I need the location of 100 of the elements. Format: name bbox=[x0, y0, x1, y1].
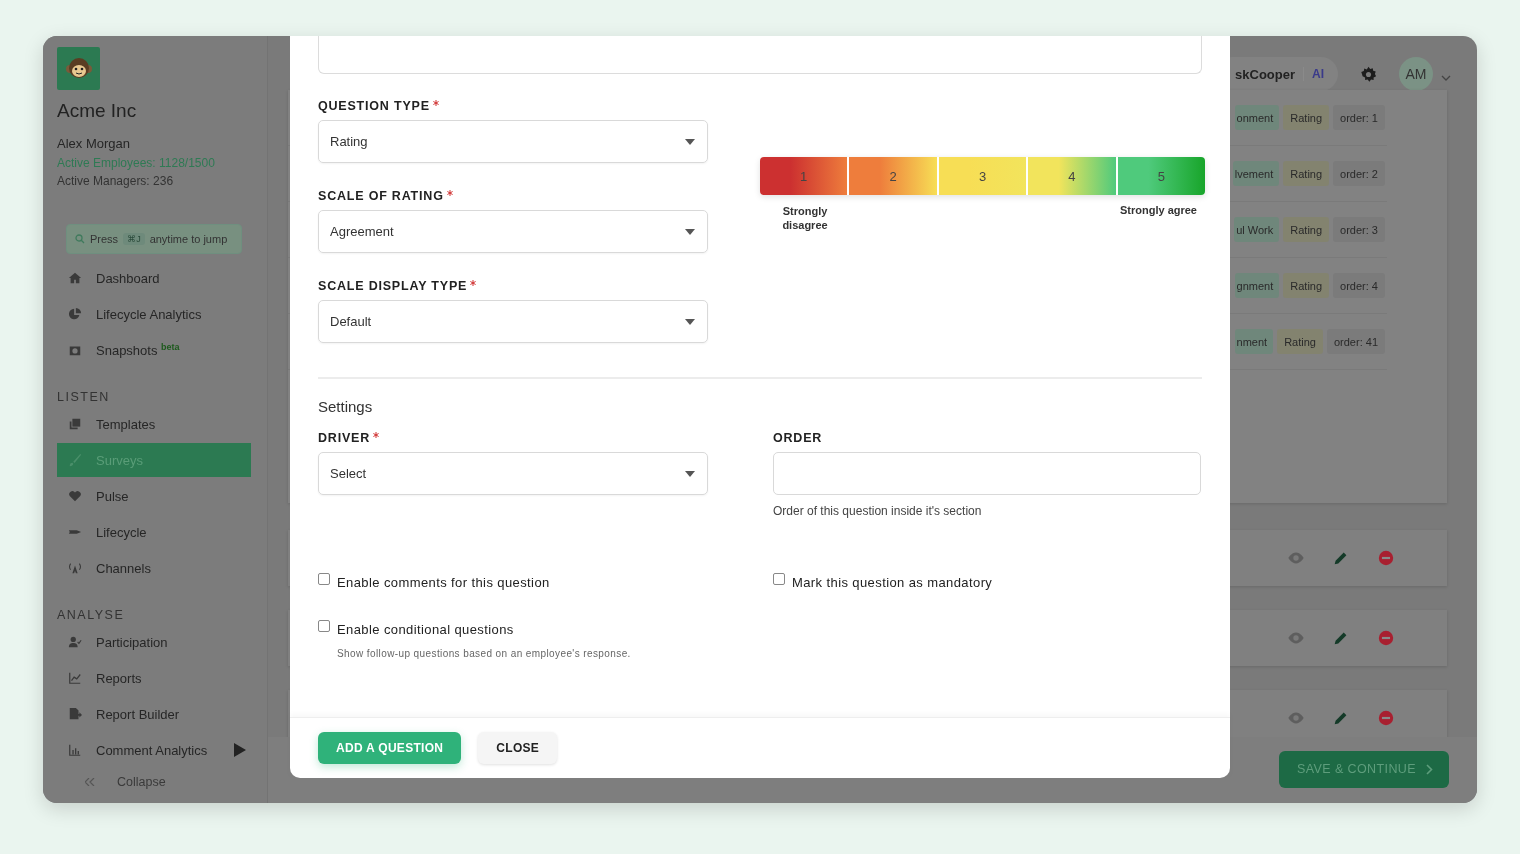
bar-chart-icon bbox=[68, 743, 82, 757]
save-continue-button[interactable]: SAVE & CONTINUE bbox=[1279, 750, 1449, 788]
required-asterisk-icon bbox=[373, 432, 380, 438]
chevron-down-icon[interactable] bbox=[1441, 73, 1451, 83]
field-label: DRIVER bbox=[318, 431, 371, 445]
nav-label: Report Builder bbox=[96, 706, 180, 722]
file-export-icon bbox=[68, 707, 82, 721]
nav-label: Participation bbox=[96, 634, 168, 650]
nav-item[interactable]: Templates bbox=[57, 407, 251, 441]
chevron-right-icon bbox=[1426, 763, 1433, 775]
field-label: ORDER bbox=[773, 431, 823, 445]
driver-tag: lvement bbox=[1232, 161, 1280, 186]
field-label: QUESTION TYPE bbox=[318, 99, 430, 113]
caret-icon bbox=[685, 470, 695, 477]
nav-label: Reports bbox=[96, 670, 142, 686]
active-managers-text: Active Managers: 236 bbox=[57, 174, 175, 188]
settings-icon[interactable] bbox=[1360, 65, 1377, 83]
caret-icon bbox=[685, 138, 695, 145]
nav-label: Snapshots $^{beta}$ bbox=[96, 341, 180, 359]
type-tag: Rating bbox=[1283, 217, 1330, 242]
dropdown-field[interactable]: Rating bbox=[318, 120, 708, 163]
type-tag: Rating bbox=[1283, 273, 1330, 298]
nav-item[interactable]: Lifecycle Analytics bbox=[57, 297, 251, 331]
nav-item[interactable]: Snapshots $^{beta}$ bbox=[57, 333, 251, 367]
checkbox[interactable] bbox=[318, 620, 330, 632]
nav-label: Channels bbox=[96, 560, 151, 576]
line-chart-icon bbox=[68, 671, 82, 685]
user-check-icon bbox=[68, 635, 82, 649]
order-tag: order: 1 bbox=[1333, 105, 1385, 130]
dropdown-value: Agreement bbox=[330, 224, 394, 239]
remove-icon[interactable] bbox=[1377, 629, 1395, 647]
nav-label: Lifecycle Analytics bbox=[96, 306, 202, 322]
nav-item[interactable]: Participation bbox=[57, 625, 251, 659]
close-button[interactable]: CLOSE bbox=[478, 732, 558, 764]
order-input[interactable] bbox=[773, 452, 1201, 495]
company-name: Acme Inc bbox=[57, 100, 138, 122]
dropdown-field[interactable]: Agreement bbox=[318, 210, 708, 253]
search-icon bbox=[75, 234, 85, 244]
user-avatar[interactable]: AM bbox=[1399, 57, 1433, 91]
remove-icon[interactable] bbox=[1377, 549, 1395, 567]
heart-icon bbox=[68, 489, 82, 503]
scale-point: 4 bbox=[1028, 157, 1118, 195]
settings-heading: Settings bbox=[318, 398, 374, 415]
checkbox-label: Mark this question as mandatory bbox=[792, 575, 993, 590]
nav-label: Comment Analytics bbox=[96, 742, 208, 758]
nav-item[interactable]: Comment Analytics bbox=[57, 733, 251, 767]
required-asterisk-icon bbox=[432, 100, 439, 106]
section-heading: ANALYSE bbox=[57, 608, 126, 622]
user-name: Alex Morgan bbox=[57, 136, 131, 151]
type-tag: Rating bbox=[1283, 105, 1330, 130]
driver-tag: onment bbox=[1234, 105, 1280, 130]
checkbox-label: Enable conditional questions bbox=[337, 622, 515, 637]
driver-tag: gnment bbox=[1234, 273, 1280, 298]
field-label: SCALE DISPLAY TYPE bbox=[318, 279, 468, 293]
nav-label: Pulse bbox=[96, 488, 129, 504]
nav-item[interactable]: Lifecycle bbox=[57, 515, 251, 549]
scale-point: 3 bbox=[938, 157, 1029, 195]
driver-tag: nment bbox=[1234, 329, 1274, 354]
antenna-icon bbox=[68, 561, 82, 575]
collapse-button[interactable]: Collapse bbox=[57, 768, 251, 796]
scale-point: 5 bbox=[1117, 157, 1205, 195]
caret-icon bbox=[685, 318, 695, 325]
checkbox[interactable] bbox=[773, 573, 785, 585]
order-tag: order: 41 bbox=[1326, 329, 1385, 354]
field-label: SCALE OF RATING bbox=[318, 189, 444, 203]
scale-point: 1 bbox=[760, 157, 850, 195]
quick-jump-bar[interactable]: Press ⌘J anytime to jump bbox=[66, 224, 242, 254]
add-question-button[interactable]: ADD A QUESTION bbox=[318, 732, 462, 764]
pie-chart-icon bbox=[68, 307, 82, 321]
order-tag: order: 2 bbox=[1333, 161, 1385, 186]
type-tag: Rating bbox=[1277, 329, 1323, 354]
nav-item[interactable]: Report Builder bbox=[57, 697, 251, 731]
nav-label: Lifecycle bbox=[96, 524, 147, 540]
nav-item[interactable]: Reports bbox=[57, 661, 251, 695]
copy-icon bbox=[68, 417, 82, 431]
caret-icon bbox=[685, 228, 695, 235]
scale-max-label: Strongly agree bbox=[1119, 204, 1198, 218]
jump-hint-text: Press bbox=[90, 233, 119, 245]
order-help-text: Order of this question inside it's section bbox=[773, 504, 983, 518]
nav-item[interactable]: Dashboard bbox=[57, 261, 251, 295]
dropdown-placeholder: Select bbox=[330, 466, 367, 481]
order-tag: order: 4 bbox=[1333, 273, 1385, 298]
monkey-logo-icon bbox=[57, 47, 100, 90]
checkbox[interactable] bbox=[318, 573, 330, 585]
shortcut-key: ⌘J bbox=[123, 233, 145, 245]
required-asterisk-icon bbox=[446, 190, 453, 196]
dropdown-value: Rating bbox=[330, 134, 368, 149]
nav-item[interactable]: Channels bbox=[57, 551, 251, 585]
text-field[interactable] bbox=[318, 36, 1202, 74]
dropdown-field[interactable]: Select bbox=[318, 452, 708, 495]
checkbox-label: Enable comments for this question bbox=[337, 575, 550, 590]
scale-point: 2 bbox=[849, 157, 939, 195]
dropdown-value: Default bbox=[330, 314, 372, 329]
active-employees-text: Active Employees: 1128/1500 bbox=[57, 156, 216, 170]
dropdown-field[interactable]: Default bbox=[318, 300, 708, 343]
remove-icon[interactable] bbox=[1377, 709, 1395, 727]
scale-min-label: Strongly disagree bbox=[781, 204, 829, 232]
order-tag: order: 3 bbox=[1333, 217, 1385, 242]
nav-item[interactable]: Pulse bbox=[57, 479, 251, 513]
jump-hint-text: anytime to jump bbox=[149, 233, 228, 245]
